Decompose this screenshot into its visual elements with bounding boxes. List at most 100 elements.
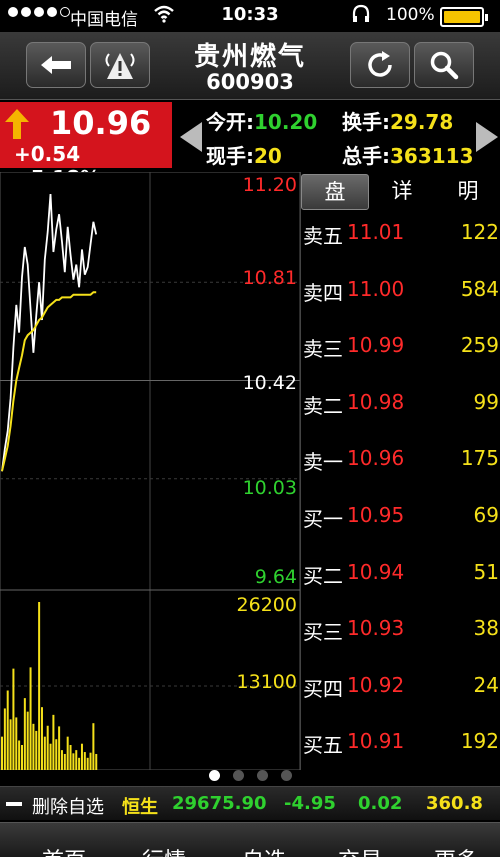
bid-row[interactable]: 买五 10.91 192 xyxy=(301,729,500,759)
next-stock-arrow-icon[interactable] xyxy=(474,120,500,158)
price-line xyxy=(1,194,98,472)
bid-row[interactable]: 买二 10.94 51 xyxy=(301,560,500,590)
level-price: 10.96 xyxy=(347,446,405,471)
level-price: 10.95 xyxy=(347,503,405,527)
turnover-value: 29.78 xyxy=(390,110,454,134)
volume-tick-label: 13100 xyxy=(237,671,297,693)
level-price: 10.93 xyxy=(347,616,405,641)
volume-tick-label: 26200 xyxy=(237,594,297,616)
total-vol-value: 363113 xyxy=(390,144,474,168)
index-name: 恒生 xyxy=(122,797,158,818)
level-label: 买一 xyxy=(303,507,343,531)
total-vol-stat: 总手:363113 xyxy=(342,140,474,169)
tab-home[interactable]: 首页 xyxy=(14,843,114,857)
level-volume: 38 xyxy=(473,616,499,641)
ask-row[interactable]: 卖二 10.98 99 xyxy=(301,390,500,420)
headphones-icon xyxy=(352,4,370,29)
price-tick-label: 10.81 xyxy=(243,267,297,289)
level-label: 卖一 xyxy=(303,450,343,475)
level-volume: 24 xyxy=(473,672,499,697)
index-pct: 0.02 xyxy=(358,793,403,814)
price-tick-label: 11.20 xyxy=(243,174,297,196)
level-volume: 51 xyxy=(473,559,499,584)
status-bar: 中国电信 10:33 100% xyxy=(0,0,500,32)
refresh-button[interactable] xyxy=(350,42,410,88)
battery-percent: 100% xyxy=(386,5,435,25)
page-dot-active[interactable] xyxy=(208,770,220,781)
tab-xiang[interactable]: 详 xyxy=(369,174,435,210)
index-change: -4.95 xyxy=(284,793,336,814)
remove-watchlist-button[interactable]: 删除自选 xyxy=(32,793,104,819)
tab-ming[interactable]: 明 xyxy=(435,174,500,210)
open-value: 10.20 xyxy=(254,110,318,134)
page-dot[interactable] xyxy=(232,770,244,781)
bid-row[interactable]: 买三 10.93 38 xyxy=(301,616,500,646)
level-price: 11.01 xyxy=(347,220,405,244)
up-arrow-icon xyxy=(4,108,30,144)
prev-stock-arrow-icon[interactable] xyxy=(178,120,204,158)
level-volume: 259 xyxy=(460,333,499,358)
level-volume: 99 xyxy=(473,389,499,414)
battery-icon xyxy=(440,7,488,27)
level-volume: 192 xyxy=(460,729,499,754)
price-box: 10.96 +0.54 +5.18% xyxy=(0,102,172,190)
volume-axis-labels: 26200 13100 xyxy=(237,594,297,693)
level-price: 10.92 xyxy=(347,672,405,697)
order-book-tabs: 盘 详 明 xyxy=(301,174,500,210)
ask-row[interactable]: 卖一 10.96 175 xyxy=(301,446,500,476)
level-volume: 175 xyxy=(460,446,499,471)
tab-more[interactable]: 更多 xyxy=(406,843,500,857)
nav-header: 贵州燃气 600903 xyxy=(0,32,500,100)
page-dot[interactable] xyxy=(280,770,292,781)
level-label: 买三 xyxy=(303,620,343,645)
turnover-stat: 换手:29.78 xyxy=(342,106,453,135)
price-lines xyxy=(1,194,98,472)
price-tick-label: 9.64 xyxy=(255,566,297,588)
index-value: 29675.90 xyxy=(172,793,267,814)
index-amount: 360.8 xyxy=(426,793,483,814)
quote-panel: 10.96 +0.54 +5.18% 今开:10.20 换手:29.78 现手:… xyxy=(0,100,500,190)
tab-market[interactable]: 行情 xyxy=(114,843,214,857)
level-price: 10.98 xyxy=(347,389,405,414)
ask-row[interactable]: 卖四 11.00 584 xyxy=(301,277,500,307)
current-vol-value: 20 xyxy=(254,144,282,168)
level-price: 10.99 xyxy=(347,333,405,358)
search-icon xyxy=(429,50,459,80)
ask-row[interactable]: 卖五 11.01 122 xyxy=(301,220,500,250)
open-label: 今开: xyxy=(206,110,254,134)
level-label: 卖四 xyxy=(303,280,343,305)
last-price: 10.96 xyxy=(50,104,152,142)
level-price: 11.00 xyxy=(347,276,405,301)
price-axis-labels: 11.20 10.81 10.42 10.03 9.64 xyxy=(243,174,297,588)
level-label: 卖二 xyxy=(303,393,343,418)
price-tick-label: 10.42 xyxy=(243,372,297,394)
minus-icon[interactable] xyxy=(6,802,22,806)
bid-row[interactable]: 买一 10.95 69 xyxy=(301,503,500,533)
level-label: 卖五 xyxy=(303,224,343,248)
page-dot[interactable] xyxy=(256,770,268,781)
tab-watchlist[interactable]: 自选 xyxy=(214,843,314,857)
current-vol-label: 现手: xyxy=(206,144,254,168)
total-vol-label: 总手: xyxy=(342,144,390,168)
tab-pan[interactable]: 盘 xyxy=(301,174,369,210)
level-label: 卖三 xyxy=(303,337,343,362)
page-indicator[interactable] xyxy=(0,768,500,784)
level-volume: 69 xyxy=(473,503,499,527)
ask-row[interactable]: 卖三 10.99 259 xyxy=(301,333,500,363)
level-label: 买五 xyxy=(303,733,343,758)
price-tick-label: 10.03 xyxy=(243,477,297,499)
level-label: 买二 xyxy=(303,563,343,588)
level-price: 10.94 xyxy=(347,559,405,584)
search-button[interactable] xyxy=(414,42,474,88)
index-ticker: 删除自选 恒生 29675.90 -4.95 0.02 360.8 xyxy=(0,786,500,820)
level-volume: 122 xyxy=(460,220,499,244)
intraday-chart[interactable]: 11.20 10.81 10.42 10.03 9.64 26200 13100 xyxy=(0,172,300,770)
level-price: 10.91 xyxy=(347,729,405,754)
order-book: 盘 详 明 卖五 11.01 122 卖四 11.00 584 卖三 10.99 259 卖二 10… xyxy=(300,172,500,770)
turnover-label: 换手: xyxy=(342,110,390,134)
current-vol-stat: 现手:20 xyxy=(206,140,282,169)
level-label: 买四 xyxy=(303,676,343,701)
tab-trade[interactable]: 交易 xyxy=(310,843,410,857)
level-volume: 584 xyxy=(460,276,499,301)
bid-row[interactable]: 买四 10.92 24 xyxy=(301,673,500,703)
